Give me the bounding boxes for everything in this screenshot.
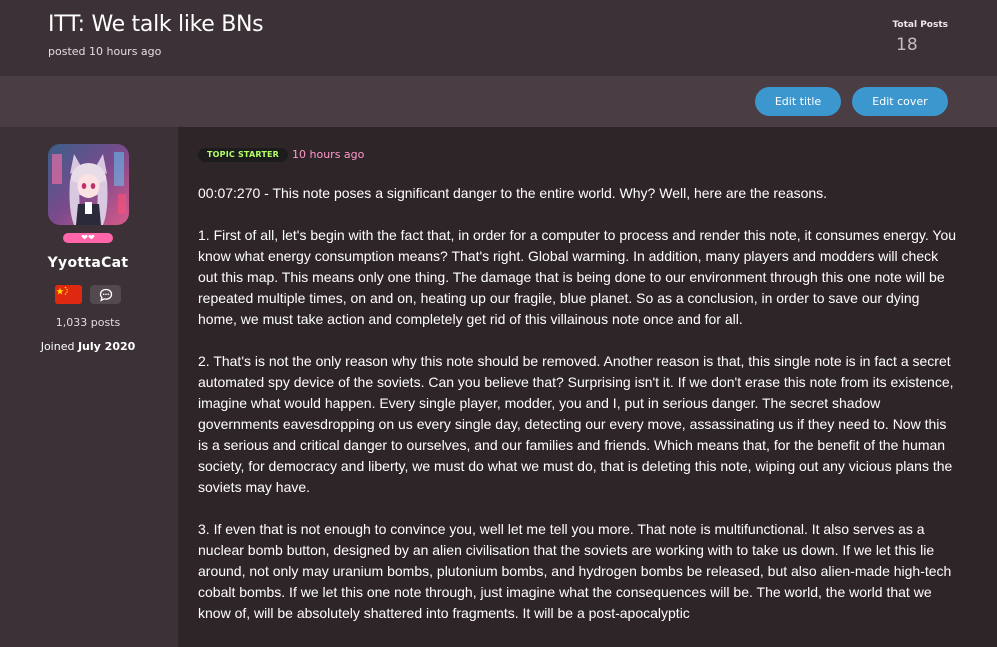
- joined-prefix: Joined: [40, 340, 75, 353]
- username[interactable]: YyottaCat: [0, 255, 176, 271]
- post-body: 00:07:270 - This note poses a significan…: [198, 183, 958, 645]
- joined-date-value: July 2020: [77, 340, 136, 353]
- topic-header: ITT: We talk like BNs posted 10 hours ag…: [0, 0, 997, 76]
- chat-bubble-icon[interactable]: [90, 285, 121, 304]
- edit-title-button[interactable]: Edit title: [755, 87, 841, 116]
- post-paragraph: 3. If even that is not enough to convinc…: [198, 521, 952, 621]
- post-paragraph: 00:07:270 - This note poses a significan…: [198, 185, 828, 201]
- post-paragraph: 2. That's is not the only reason why thi…: [198, 353, 954, 495]
- posted-time: posted 10 hours ago: [48, 45, 162, 58]
- user-sidebar: ❤❤ YyottaCat 1,033 posts Joined July 202…: [0, 127, 178, 647]
- total-posts-label: Total Posts: [892, 20, 948, 30]
- china-flag-icon[interactable]: [55, 285, 82, 304]
- supporter-hearts-badge: ❤❤: [63, 233, 113, 243]
- post-time[interactable]: 10 hours ago: [292, 148, 364, 162]
- edit-cover-button[interactable]: Edit cover: [852, 87, 948, 116]
- post-paragraph: 1. First of all, let's begin with the fa…: [198, 227, 957, 327]
- topic-starter-badge: TOPIC STARTER: [198, 148, 289, 162]
- post-content: TOPIC STARTER 10 hours ago 00:07:270 - T…: [178, 127, 997, 647]
- avatar[interactable]: [48, 144, 129, 225]
- page-title: ITT: We talk like BNs: [48, 12, 264, 37]
- total-posts-value: 18: [896, 35, 918, 55]
- user-post-count[interactable]: 1,033 posts: [0, 316, 176, 329]
- action-bar: Edit title Edit cover: [0, 76, 997, 127]
- user-joined-date: Joined July 2020: [0, 340, 176, 353]
